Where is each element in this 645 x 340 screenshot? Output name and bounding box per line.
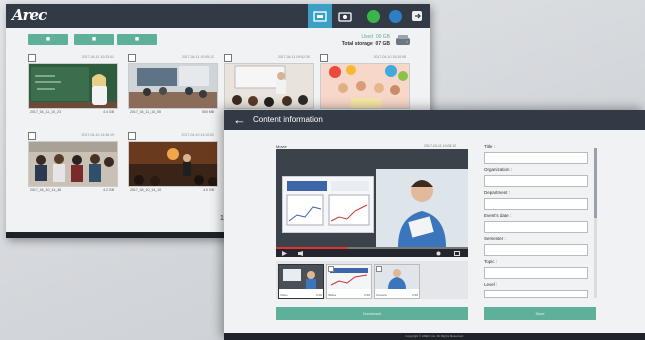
event-date-input[interactable] bbox=[484, 221, 588, 233]
download-button[interactable]: Download bbox=[276, 307, 468, 320]
card-size: 4.0 GB bbox=[203, 188, 214, 192]
title-input[interactable] bbox=[484, 152, 588, 164]
card-date: 2017-04-11 10:23:41 bbox=[81, 55, 114, 59]
page-title: Content information bbox=[253, 115, 323, 124]
volume-icon[interactable] bbox=[298, 251, 306, 256]
card-filename: 2017_04_11_10_23 bbox=[30, 110, 61, 114]
level-input[interactable] bbox=[484, 290, 588, 298]
movie-date: 2017-04-11 10:05:12 bbox=[424, 144, 457, 148]
title-label: Title : bbox=[484, 144, 495, 149]
video-controls[interactable] bbox=[276, 247, 468, 257]
card-size: 4.4 GB bbox=[103, 110, 114, 114]
video-thumbnail[interactable] bbox=[28, 63, 118, 109]
form-scrollbar[interactable] bbox=[594, 148, 597, 298]
semester-label: Semester : bbox=[484, 236, 506, 241]
organization-label: Organization : bbox=[484, 167, 513, 172]
storage-info: Used 00 GB Total storage 07 GB bbox=[342, 34, 390, 48]
total-storage-value: 07 GB bbox=[375, 41, 390, 47]
select-checkbox[interactable] bbox=[28, 132, 36, 140]
media-card[interactable]: 2017-04-11 10:23:41 2017_04_11_10_23 4.4… bbox=[28, 54, 118, 116]
department-input[interactable] bbox=[484, 198, 588, 210]
back-arrow-icon[interactable]: ← bbox=[233, 112, 246, 127]
card-size: 4.2 GB bbox=[103, 188, 114, 192]
card-size: 500 MB bbox=[201, 110, 214, 114]
video-player[interactable] bbox=[276, 149, 468, 257]
topic-input[interactable] bbox=[484, 267, 588, 279]
total-storage-label: Total storage bbox=[341, 41, 373, 47]
content-information-window: ← Content information Movie 2017-04-11 1… bbox=[224, 110, 645, 340]
thumbnail-duration: 0:48 bbox=[412, 293, 418, 297]
organization-input[interactable] bbox=[484, 175, 588, 187]
presentation-slide bbox=[282, 176, 374, 233]
semester-input[interactable] bbox=[484, 244, 588, 256]
video-thumbnail[interactable] bbox=[128, 141, 218, 187]
topic-label: Topic : bbox=[484, 259, 498, 264]
video-thumbnail[interactable] bbox=[320, 63, 410, 109]
select-checkbox[interactable] bbox=[224, 54, 232, 62]
footer: Copyright © AREC Inc. All Rights Reserve… bbox=[224, 333, 645, 340]
save-button[interactable]: Save bbox=[484, 307, 596, 320]
fullscreen-icon[interactable] bbox=[454, 251, 460, 256]
card-date: 2017-04-10 14:46:19 bbox=[81, 133, 115, 137]
department-label: Department : bbox=[484, 190, 511, 195]
card-filename: 2017_04_11_10_05 bbox=[130, 110, 161, 114]
device-info-icon[interactable] bbox=[386, 7, 404, 25]
select-checkbox[interactable] bbox=[328, 266, 334, 272]
select-checkbox[interactable] bbox=[128, 132, 136, 140]
thumbnail-slides[interactable]: Slides 0:48 bbox=[326, 264, 372, 299]
video-thumbnail[interactable] bbox=[28, 141, 118, 187]
logout-icon[interactable] bbox=[408, 7, 426, 25]
settings-icon[interactable] bbox=[436, 251, 441, 256]
thumbnail-label: Video bbox=[280, 293, 288, 297]
media-card[interactable]: 2017-04-11 10:05:12 2017_04_11_10_05 500… bbox=[128, 54, 218, 116]
toolbar-button-2[interactable]: ■ bbox=[74, 34, 114, 45]
card-date: 2017-04-10 14:10:52 bbox=[181, 133, 215, 137]
thumbnail-camera[interactable]: Camera 0:48 bbox=[374, 264, 420, 299]
thumbnail-duration: 0:00 bbox=[316, 293, 322, 297]
source-thumbnails: Video 0:00 Slides 0:48 Camera 0:48 bbox=[276, 261, 468, 299]
level-label: Level : bbox=[484, 282, 498, 287]
select-checkbox[interactable] bbox=[128, 54, 136, 62]
content-header: ← Content information bbox=[224, 110, 645, 130]
select-checkbox[interactable] bbox=[28, 54, 36, 62]
thumbnail-duration: 0:48 bbox=[364, 293, 370, 297]
toolbar-button-3[interactable]: ■ bbox=[117, 34, 157, 45]
video-thumbnail[interactable] bbox=[128, 63, 218, 109]
card-date: 2017-04-10 15:20:08 bbox=[373, 55, 407, 59]
scrollbar-thumb[interactable] bbox=[594, 148, 597, 218]
card-date: 2017-04-11 10:05:12 bbox=[181, 55, 214, 59]
media-library-icon[interactable] bbox=[308, 4, 332, 28]
storage-drive-icon bbox=[394, 34, 412, 48]
card-filename: 2017_04_10_14_46 bbox=[30, 188, 62, 192]
progress-bar[interactable] bbox=[276, 247, 468, 249]
media-card[interactable]: 2017-04-10 15:20:08 bbox=[320, 54, 410, 116]
card-date: 2017-04-11 09:52:30 bbox=[277, 55, 310, 59]
used-label: Used bbox=[361, 34, 374, 40]
top-bar: Arec bbox=[6, 4, 430, 28]
video-thumbnail[interactable] bbox=[224, 63, 314, 109]
media-card[interactable]: 2017-04-10 14:10:52 2017_04_10_14_10 4.0… bbox=[128, 132, 218, 194]
settings-gear-icon[interactable] bbox=[364, 7, 382, 25]
video-frame[interactable] bbox=[276, 149, 468, 247]
toolbar-button-1[interactable]: ■ bbox=[28, 34, 68, 45]
used-value: 00 GB bbox=[375, 34, 390, 40]
card-filename: 2017_04_10_14_10 bbox=[130, 188, 162, 192]
select-checkbox[interactable] bbox=[320, 54, 328, 62]
event-date-label: Event's date : bbox=[484, 213, 512, 218]
play-icon[interactable] bbox=[282, 251, 287, 256]
arec-logo: Arec bbox=[12, 6, 47, 24]
select-checkbox[interactable] bbox=[376, 266, 382, 272]
media-card[interactable]: 2017-04-11 09:52:30 bbox=[224, 54, 314, 116]
thumbnail-video[interactable]: Video 0:00 bbox=[278, 264, 324, 299]
media-card[interactable]: 2017-04-10 14:46:19 2017_04_10_14_46 4.2… bbox=[28, 132, 118, 194]
camera-icon[interactable] bbox=[336, 7, 354, 25]
thumbnail-label: Slides bbox=[328, 293, 337, 297]
presenter-image bbox=[376, 169, 468, 247]
thumbnail-label: Camera bbox=[376, 293, 387, 297]
